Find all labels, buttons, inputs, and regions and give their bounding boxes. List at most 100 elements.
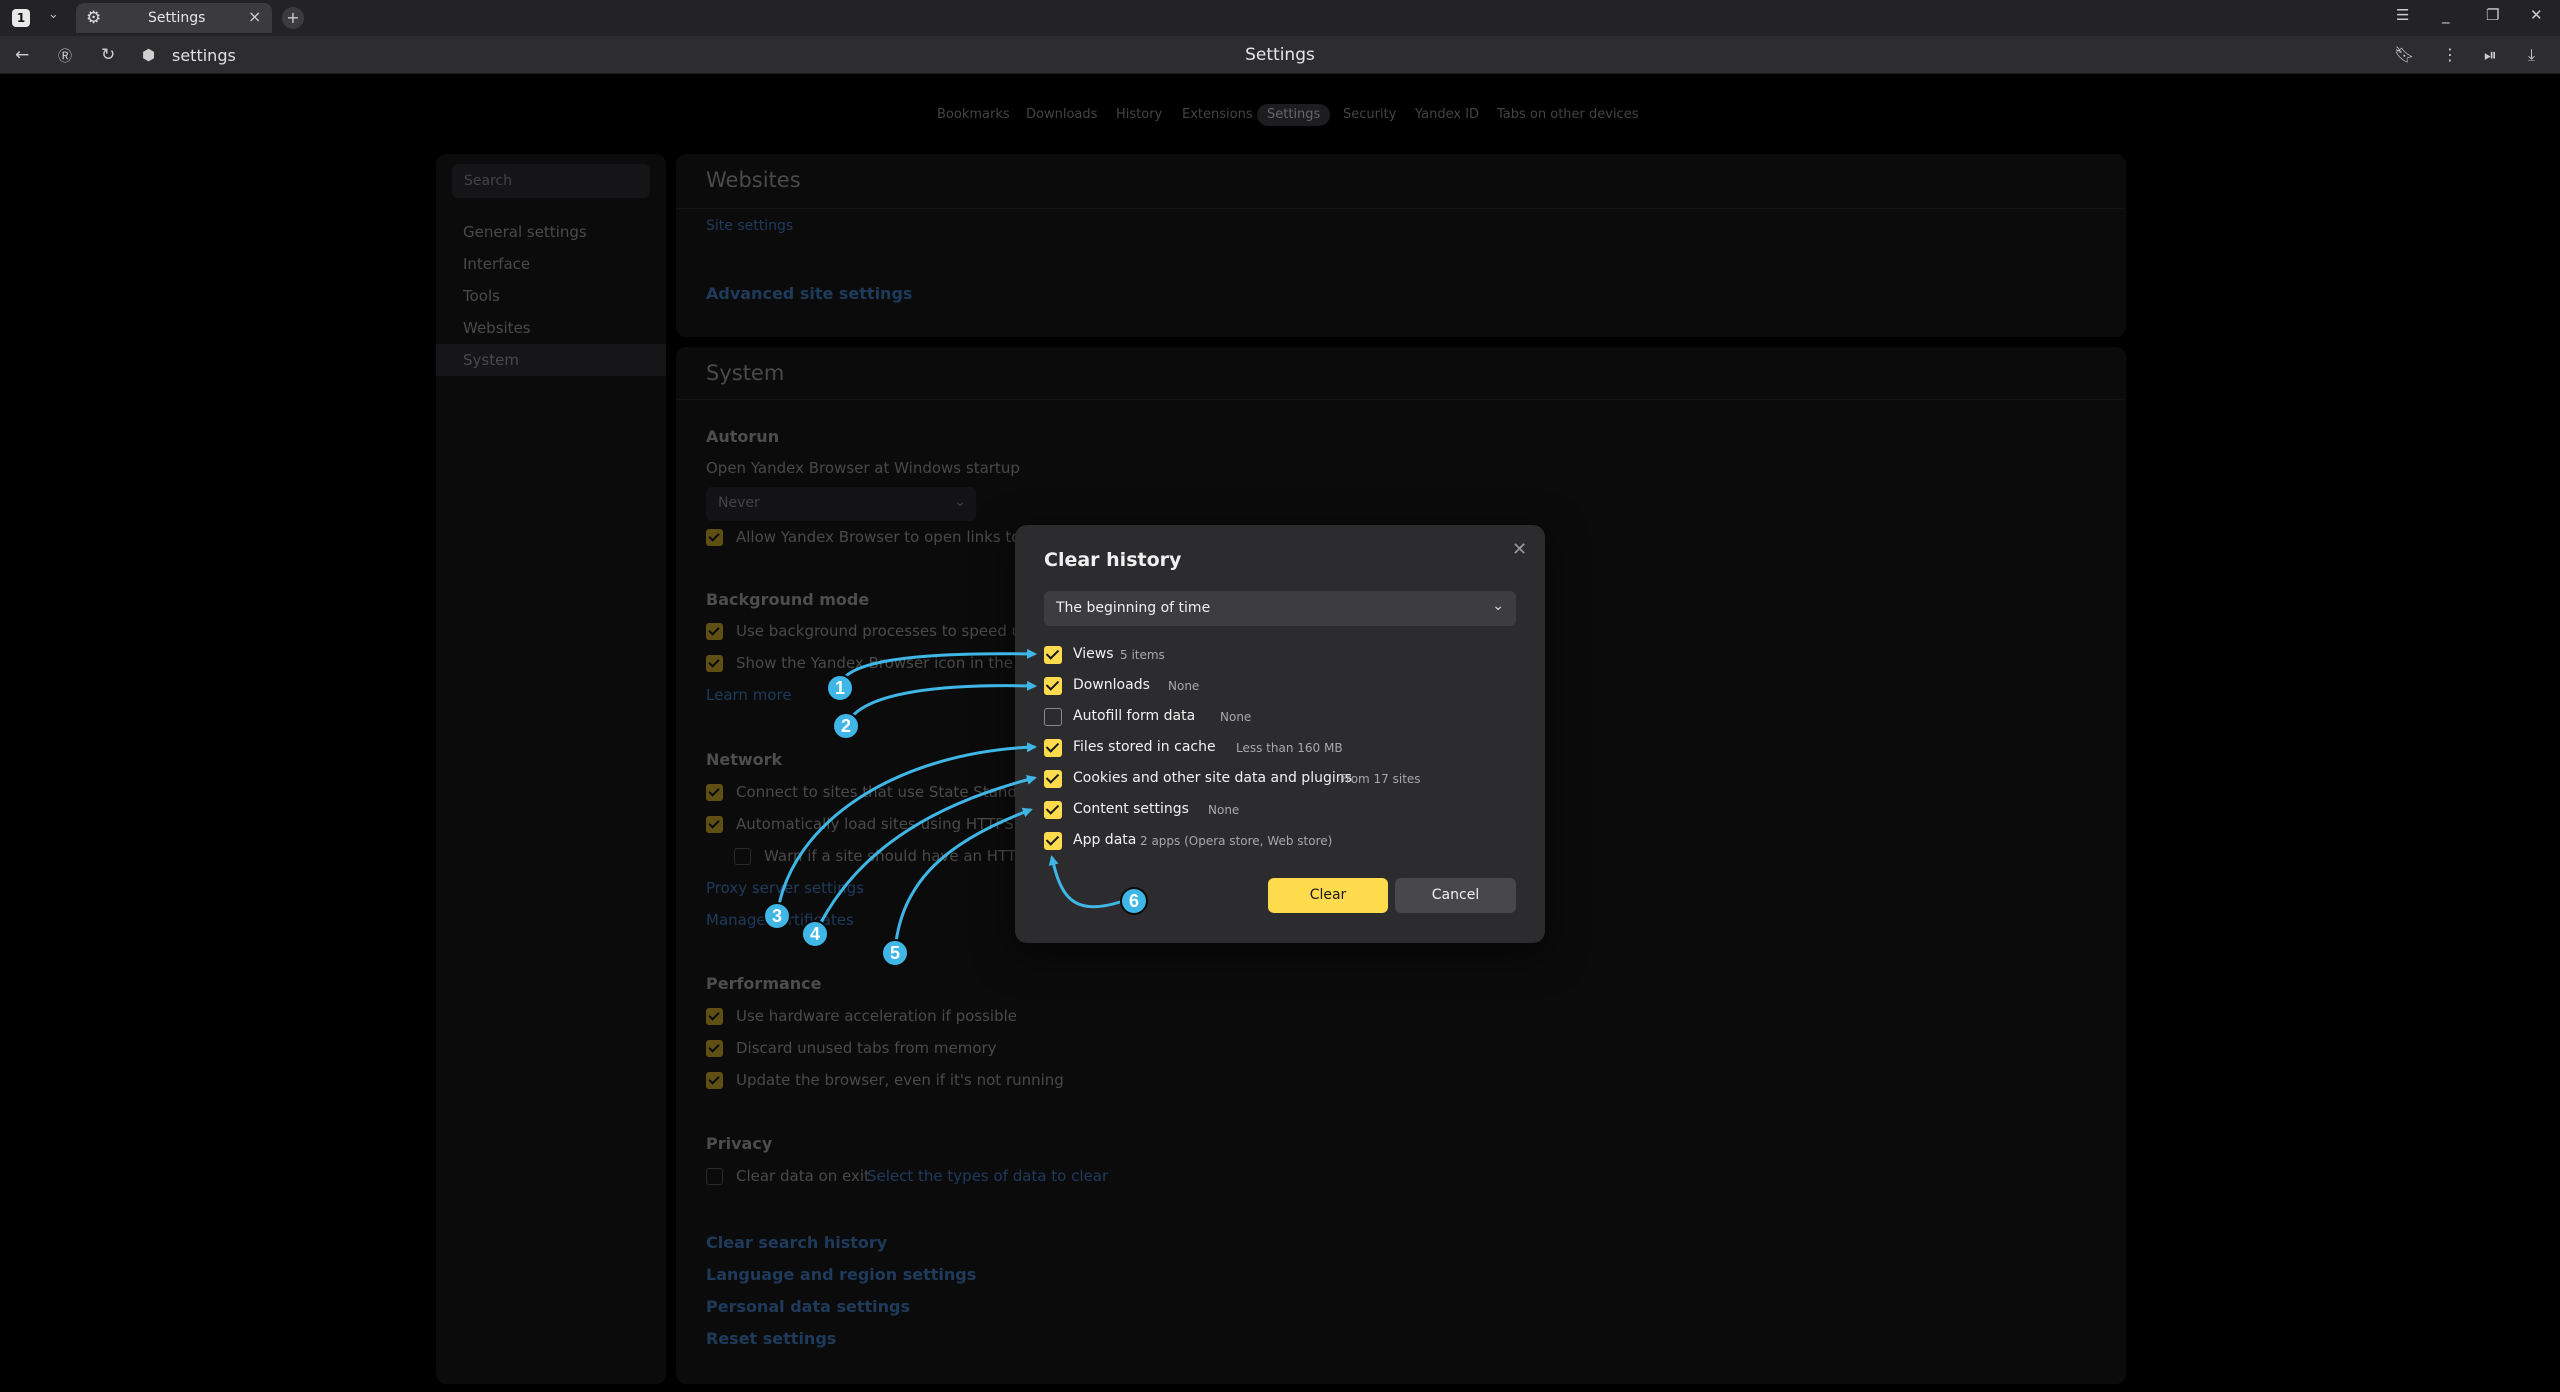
option-detail: None <box>1220 710 1252 724</box>
option-label: Content settings <box>1073 801 1189 817</box>
option-label: Cookies and other site data and plugins <box>1073 770 1352 786</box>
tab-settings[interactable]: ⚙ Settings × <box>76 3 272 33</box>
autorun-label: Open Yandex Browser at Windows startup <box>706 459 1020 477</box>
tab-count-badge[interactable]: 1 <box>12 9 30 27</box>
topnav-tabs-other-devices[interactable]: Tabs on other devices <box>1497 104 1638 126</box>
background-heading: Background mode <box>706 590 870 609</box>
autorun-select[interactable]: Never ⌄ <box>706 487 976 521</box>
manage-certificates-link[interactable]: Manage certificates <box>706 911 854 929</box>
option-label: App data <box>1073 832 1137 848</box>
page-title: Settings <box>1245 45 1315 65</box>
sidebar-item-interface[interactable]: Interface <box>436 248 666 280</box>
menu-icon[interactable]: ☰ <box>2396 6 2409 24</box>
back-arrow-icon[interactable]: ← <box>15 45 29 65</box>
autofill-checkbox[interactable] <box>1044 708 1062 726</box>
media-icon[interactable]: ⏯ <box>2484 45 2497 65</box>
sidebar-item-general[interactable]: General settings <box>436 216 666 248</box>
language-region-link[interactable]: Language and region settings <box>706 1265 976 1284</box>
app-data-checkbox[interactable] <box>1044 832 1062 850</box>
download-icon[interactable]: ⤓ <box>2528 45 2535 65</box>
sidebar-item-system[interactable]: System <box>436 344 666 376</box>
option-detail: None <box>1168 679 1200 693</box>
clear-on-exit-checkbox[interactable] <box>706 1168 723 1185</box>
more-icon[interactable]: ⋮ <box>2442 45 2458 64</box>
topnav-history[interactable]: History <box>1116 104 1162 126</box>
proxy-settings-link[interactable]: Proxy server settings <box>706 879 864 897</box>
websites-title: Websites <box>706 168 801 192</box>
option-detail: 5 items <box>1120 648 1165 662</box>
warn-https-checkbox[interactable] <box>734 848 751 865</box>
tab-bar: 1 ⌄ ⚙ Settings × + ☰ _ ❐ ✕ <box>0 0 2560 36</box>
hw-accel-label: Use hardware acceleration if possible <box>736 1007 1018 1025</box>
reset-settings-link[interactable]: Reset settings <box>706 1329 836 1348</box>
privacy-heading: Privacy <box>706 1134 773 1153</box>
dialog-title: Clear history <box>1044 549 1182 571</box>
topnav-bookmarks[interactable]: Bookmarks <box>937 104 1010 126</box>
settings-search-input[interactable]: Search <box>452 164 650 198</box>
minimize-icon[interactable]: _ <box>2442 6 2450 24</box>
clear-history-dialog: Clear history ✕ The beginning of time ⌄ … <box>1015 525 1545 943</box>
new-tab-button[interactable]: + <box>282 7 304 29</box>
sidebar-item-websites[interactable]: Websites <box>436 312 666 344</box>
plus-icon: + <box>286 8 300 27</box>
option-detail: None <box>1208 803 1240 817</box>
clear-button[interactable]: Clear <box>1268 878 1388 913</box>
select-data-types-link[interactable]: Select the types of data to clear <box>867 1167 1108 1185</box>
advanced-site-settings-link[interactable]: Advanced site settings <box>706 284 912 303</box>
downloads-checkbox[interactable] <box>1044 677 1062 695</box>
site-settings-link[interactable]: Site settings <box>706 218 793 234</box>
allow-links-checkbox[interactable] <box>706 529 723 546</box>
address-bar: Settings ← Ⓡ ↻ ⬢ settings 🔖︎ ⋮ ⏯ ⤓ <box>0 36 2560 74</box>
content-settings-checkbox[interactable] <box>1044 801 1062 819</box>
tray-icon-label: Show the Yandex Browser icon in the tray <box>736 654 1048 672</box>
option-label: Views <box>1073 646 1114 662</box>
connect-gost-label: Connect to sites that use State Standard <box>736 783 1042 801</box>
close-window-icon[interactable]: ✕ <box>2530 6 2543 24</box>
sidebar-item-tools[interactable]: Tools <box>436 280 666 312</box>
period-select[interactable]: The beginning of time ⌄ <box>1044 591 1516 626</box>
divider <box>676 399 2126 400</box>
url-text[interactable]: settings <box>172 46 236 65</box>
topnav-extensions[interactable]: Extensions <box>1182 104 1253 126</box>
close-icon[interactable]: ✕ <box>1512 539 1527 560</box>
restore-icon[interactable]: ❐ <box>2486 6 2499 24</box>
warn-https-label: Warn if a site should have an HTTPS ve <box>764 847 1058 865</box>
chevron-down-icon[interactable]: ⌄ <box>48 7 59 22</box>
cookies-checkbox[interactable] <box>1044 770 1062 788</box>
close-icon[interactable]: × <box>248 7 261 26</box>
bg-processes-checkbox[interactable] <box>706 623 723 640</box>
topnav-yandex-id[interactable]: Yandex ID <box>1415 104 1479 126</box>
clear-on-exit-label: Clear data on exit <box>736 1167 870 1185</box>
cancel-button[interactable]: Cancel <box>1395 878 1516 913</box>
https-checkbox[interactable] <box>706 816 723 833</box>
topnav-security[interactable]: Security <box>1343 104 1396 126</box>
gear-icon: ⚙ <box>86 8 102 28</box>
update-browser-checkbox[interactable] <box>706 1072 723 1089</box>
option-label: Files stored in cache <box>1073 739 1216 755</box>
tray-icon-checkbox[interactable] <box>706 655 723 672</box>
protect-icon[interactable]: Ⓡ <box>58 46 72 66</box>
learn-more-link[interactable]: Learn more <box>706 686 792 704</box>
discard-tabs-checkbox[interactable] <box>706 1040 723 1057</box>
network-heading: Network <box>706 750 783 769</box>
bg-processes-label: Use background processes to speed up Ya <box>736 622 1052 640</box>
period-select-value: The beginning of time <box>1056 600 1211 616</box>
topnav-settings[interactable]: Settings <box>1257 104 1331 126</box>
clear-search-history-link[interactable]: Clear search history <box>706 1233 887 1252</box>
site-info-icon[interactable]: ⬢ <box>142 46 155 64</box>
personal-data-link[interactable]: Personal data settings <box>706 1297 910 1316</box>
option-label: Autofill form data <box>1073 708 1196 724</box>
divider <box>676 208 2126 209</box>
topnav-downloads[interactable]: Downloads <box>1026 104 1097 126</box>
cache-checkbox[interactable] <box>1044 739 1062 757</box>
views-checkbox[interactable] <box>1044 646 1062 664</box>
connect-gost-checkbox[interactable] <box>706 784 723 801</box>
allow-links-label: Allow Yandex Browser to open links to Ya… <box>736 528 1052 546</box>
tab-title: Settings <box>148 10 206 26</box>
option-label: Downloads <box>1073 677 1150 693</box>
tab-group[interactable]: 1 ⌄ <box>4 5 70 31</box>
reload-icon[interactable]: ↻ <box>101 45 115 65</box>
hw-accel-checkbox[interactable] <box>706 1008 723 1025</box>
https-label: Automatically load sites using HTTPS if <box>736 815 1029 833</box>
bookmark-icon[interactable]: 🔖︎ <box>2394 45 2414 64</box>
